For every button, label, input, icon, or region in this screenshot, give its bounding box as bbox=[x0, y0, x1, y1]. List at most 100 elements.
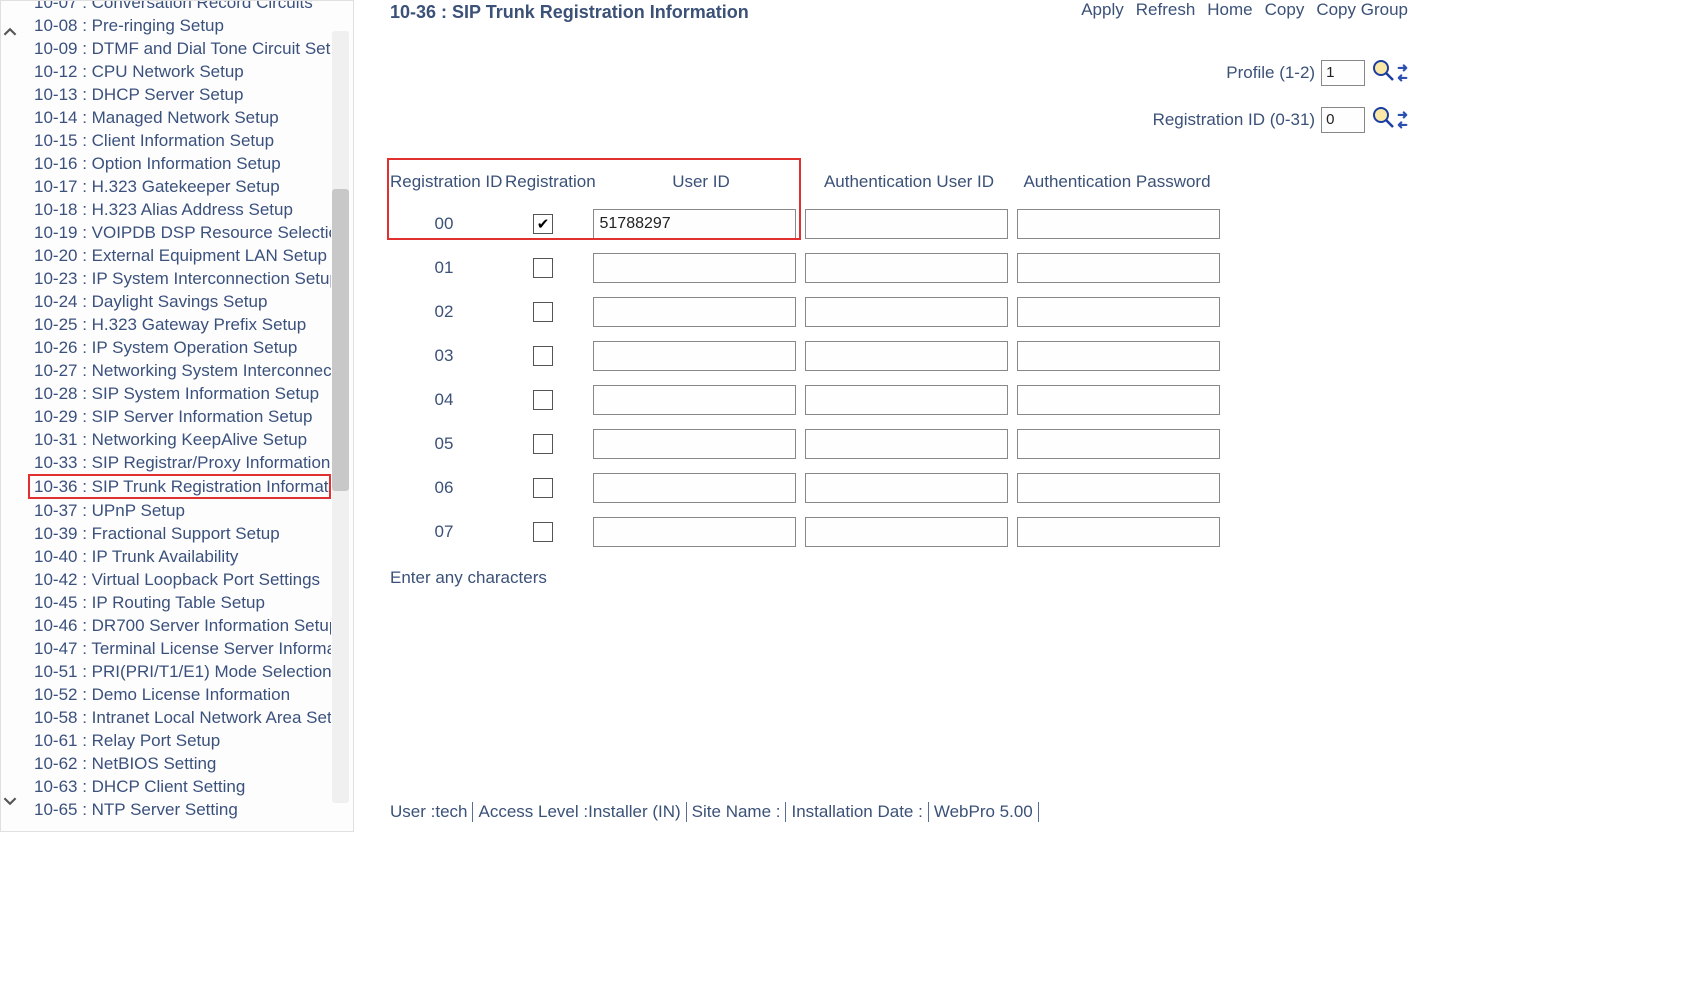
sidebar-item[interactable]: 10-39 : Fractional Support Setup bbox=[34, 522, 331, 545]
user-id-input[interactable] bbox=[593, 253, 796, 283]
auth-userid-input[interactable] bbox=[805, 209, 1008, 239]
sidebar-item[interactable]: 10-58 : Intranet Local Network Area Setu… bbox=[34, 706, 331, 729]
home-button[interactable]: Home bbox=[1207, 0, 1252, 20]
auth-password-input[interactable] bbox=[1017, 385, 1220, 415]
sidebar-item[interactable]: 10-23 : IP System Interconnection Setup bbox=[34, 267, 331, 290]
sidebar-item[interactable]: 10-15 : Client Information Setup bbox=[34, 129, 331, 152]
sidebar-item[interactable]: 10-45 : IP Routing Table Setup bbox=[34, 591, 331, 614]
profile-input[interactable] bbox=[1321, 60, 1365, 86]
sidebar-item[interactable]: 10-17 : H.323 Gatekeeper Setup bbox=[34, 175, 331, 198]
regid-input[interactable] bbox=[1321, 107, 1365, 133]
auth-userid-input[interactable] bbox=[805, 473, 1008, 503]
copy-button[interactable]: Copy bbox=[1265, 0, 1305, 20]
sidebar-item[interactable]: 10-26 : IP System Operation Setup bbox=[34, 336, 331, 359]
user-id-input[interactable] bbox=[593, 209, 796, 239]
user-id-input[interactable] bbox=[593, 385, 796, 415]
sidebar-item[interactable]: 10-28 : SIP System Information Setup bbox=[34, 382, 331, 405]
auth-userid-input[interactable] bbox=[805, 253, 1008, 283]
sidebar-item[interactable]: 10-08 : Pre-ringing Setup bbox=[34, 14, 331, 37]
sidebar-item[interactable]: 10-65 : NTP Server Setting bbox=[34, 798, 331, 821]
copy-group-button[interactable]: Copy Group bbox=[1316, 0, 1408, 20]
footer-access-value: Installer (IN) bbox=[588, 802, 681, 822]
auth-password-input[interactable] bbox=[1017, 297, 1220, 327]
sidebar-item[interactable]: 10-33 : SIP Registrar/Proxy Information … bbox=[34, 451, 331, 474]
sidebar-item[interactable]: 10-18 : H.323 Alias Address Setup bbox=[34, 198, 331, 221]
sidebar-item[interactable]: 10-63 : DHCP Client Setting bbox=[34, 775, 331, 798]
sidebar-item[interactable]: 10-20 : External Equipment LAN Setup bbox=[34, 244, 331, 267]
sidebar-item[interactable]: 10-47 : Terminal License Server Informat… bbox=[34, 637, 331, 660]
sidebar-item[interactable]: 10-09 : DTMF and Dial Tone Circuit Setup bbox=[34, 37, 331, 60]
nav-arrows-icon[interactable]: ➜➜ bbox=[1397, 63, 1408, 83]
magnifier-icon[interactable] bbox=[1371, 105, 1395, 134]
footer: User : tech Access Level : Installer (IN… bbox=[390, 802, 1044, 822]
registration-checkbox[interactable] bbox=[533, 258, 553, 278]
sidebar-item[interactable]: 10-25 : H.323 Gateway Prefix Setup bbox=[34, 313, 331, 336]
scrollbar-thumb[interactable] bbox=[332, 189, 349, 491]
registration-checkbox[interactable] bbox=[533, 434, 553, 454]
cell-regid: 01 bbox=[390, 258, 498, 278]
cell-regid: 04 bbox=[390, 390, 498, 410]
table-row: 04 bbox=[390, 378, 1224, 422]
sidebar-item[interactable]: 10-51 : PRI(PRI/T1/E1) Mode Selection bbox=[34, 660, 331, 683]
footer-sep bbox=[928, 802, 929, 822]
magnifier-icon[interactable] bbox=[1371, 58, 1395, 87]
user-id-input[interactable] bbox=[593, 517, 796, 547]
regid-selector-row: Registration ID (0-31) ➜➜ bbox=[1153, 105, 1408, 134]
sidebar-item[interactable]: 10-16 : Option Information Setup bbox=[34, 152, 331, 175]
footer-sep bbox=[1038, 802, 1039, 822]
sidebar-item[interactable]: 10-36 : SIP Trunk Registration Informati… bbox=[28, 474, 331, 499]
user-id-input[interactable] bbox=[593, 429, 796, 459]
cell-regid: 07 bbox=[390, 522, 498, 542]
auth-userid-input[interactable] bbox=[805, 517, 1008, 547]
auth-password-input[interactable] bbox=[1017, 341, 1220, 371]
sidebar-item[interactable]: 10-19 : VOIPDB DSP Resource Selection bbox=[34, 221, 331, 244]
user-id-input[interactable] bbox=[593, 297, 796, 327]
auth-userid-input[interactable] bbox=[805, 385, 1008, 415]
sidebar-item[interactable]: 10-46 : DR700 Server Information Setup bbox=[34, 614, 331, 637]
sidebar-item[interactable]: 10-24 : Daylight Savings Setup bbox=[34, 290, 331, 313]
page-title: 10-36 : SIP Trunk Registration Informati… bbox=[390, 0, 1081, 23]
sidebar-item[interactable]: 10-40 : IP Trunk Availability bbox=[34, 545, 331, 568]
apply-button[interactable]: Apply bbox=[1081, 0, 1124, 20]
sidebar-item[interactable]: 10-37 : UPnP Setup bbox=[34, 499, 331, 522]
user-id-input[interactable] bbox=[593, 473, 796, 503]
auth-password-input[interactable] bbox=[1017, 473, 1220, 503]
scroll-down-icon[interactable] bbox=[1, 792, 18, 809]
cell-regid: 02 bbox=[390, 302, 498, 322]
sidebar-item[interactable]: 10-62 : NetBIOS Setting bbox=[34, 752, 331, 775]
refresh-button[interactable]: Refresh bbox=[1136, 0, 1196, 20]
registration-checkbox[interactable]: ✔ bbox=[533, 214, 553, 234]
footer-sep bbox=[686, 802, 687, 822]
sidebar-item[interactable]: 10-52 : Demo License Information bbox=[34, 683, 331, 706]
sidebar-item[interactable]: 10-42 : Virtual Loopback Port Settings bbox=[34, 568, 331, 591]
user-id-input[interactable] bbox=[593, 341, 796, 371]
cell-regid: 03 bbox=[390, 346, 498, 366]
footer-user-label: User : bbox=[390, 802, 435, 822]
auth-password-input[interactable] bbox=[1017, 253, 1220, 283]
sidebar-item[interactable]: 10-14 : Managed Network Setup bbox=[34, 106, 331, 129]
sidebar-item[interactable]: 10-29 : SIP Server Information Setup bbox=[34, 405, 331, 428]
auth-userid-input[interactable] bbox=[805, 341, 1008, 371]
sidebar-item[interactable]: 10-12 : CPU Network Setup bbox=[34, 60, 331, 83]
registration-checkbox[interactable] bbox=[533, 522, 553, 542]
auth-userid-input[interactable] bbox=[805, 297, 1008, 327]
registration-checkbox[interactable] bbox=[533, 302, 553, 322]
scroll-up-icon[interactable] bbox=[1, 23, 18, 40]
sidebar-item[interactable]: 10-31 : Networking KeepAlive Setup bbox=[34, 428, 331, 451]
registration-checkbox[interactable] bbox=[533, 478, 553, 498]
auth-password-input[interactable] bbox=[1017, 209, 1220, 239]
footer-user-value: tech bbox=[435, 802, 467, 822]
auth-password-input[interactable] bbox=[1017, 429, 1220, 459]
sidebar-item[interactable]: 10-13 : DHCP Server Setup bbox=[34, 83, 331, 106]
nav-arrows-icon[interactable]: ➜➜ bbox=[1397, 110, 1408, 130]
sidebar: 10-07 : Conversation Record Circuits10-0… bbox=[0, 0, 354, 832]
sidebar-item[interactable]: 10-07 : Conversation Record Circuits bbox=[34, 0, 331, 14]
auth-password-input[interactable] bbox=[1017, 517, 1220, 547]
selector-block: Profile (1-2) ➜➜ Registration ID (0-31) … bbox=[1153, 58, 1408, 134]
registration-checkbox[interactable] bbox=[533, 390, 553, 410]
registration-checkbox[interactable] bbox=[533, 346, 553, 366]
footer-sep bbox=[472, 802, 473, 822]
auth-userid-input[interactable] bbox=[805, 429, 1008, 459]
sidebar-item[interactable]: 10-61 : Relay Port Setup bbox=[34, 729, 331, 752]
sidebar-item[interactable]: 10-27 : Networking System Interconnectio… bbox=[34, 359, 331, 382]
